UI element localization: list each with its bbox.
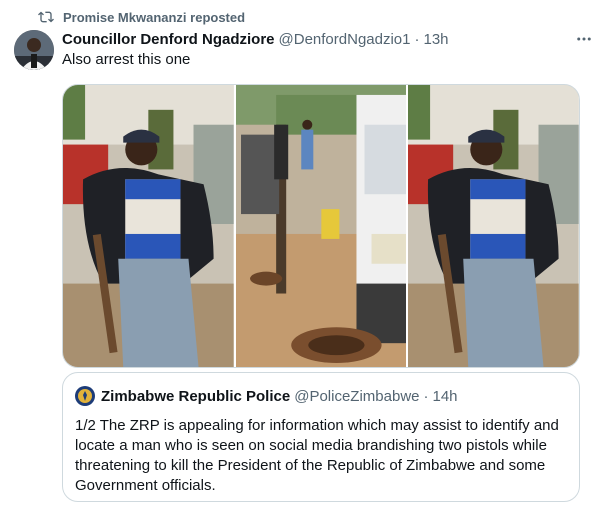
police-badge-icon <box>75 386 95 406</box>
repost-label: Promise Mkwananzi reposted <box>63 9 246 25</box>
separator-dot: · <box>414 30 420 48</box>
tweet-text: Also arrest this one <box>62 51 191 68</box>
quote-author-name[interactable]: Zimbabwe Republic Police <box>101 388 290 405</box>
photo-man-with-rifle-right[interactable] <box>408 85 579 367</box>
author-name[interactable]: Councillor Denford Ngadziore <box>62 31 275 48</box>
tweet-timestamp[interactable]: 13h <box>423 31 448 48</box>
repost-icon <box>38 9 54 25</box>
quoted-tweet[interactable]: Zimbabwe Republic Police @PoliceZimbabwe… <box>62 372 580 502</box>
quote-header: Zimbabwe Republic Police @PoliceZimbabwe… <box>75 386 458 406</box>
quote-text: 1/2 The ZRP is appealing for information… <box>75 417 559 494</box>
photo-yard-scene-middle[interactable] <box>235 85 407 367</box>
author-handle[interactable]: @DenfordNgadzio1 <box>279 31 411 48</box>
quote-timestamp[interactable]: 14h <box>433 388 458 405</box>
photo-man-with-rifle-left[interactable] <box>63 85 234 367</box>
more-horizontal-icon[interactable] <box>574 30 594 48</box>
repost-indicator[interactable]: Promise Mkwananzi reposted <box>38 8 245 26</box>
quote-separator-dot: · <box>423 387 429 405</box>
quote-author-handle[interactable]: @PoliceZimbabwe <box>294 388 419 405</box>
media-grid <box>62 84 580 368</box>
tweet-header: Councillor Denford Ngadziore @DenfordNga… <box>62 29 588 49</box>
author-avatar[interactable] <box>14 30 54 70</box>
